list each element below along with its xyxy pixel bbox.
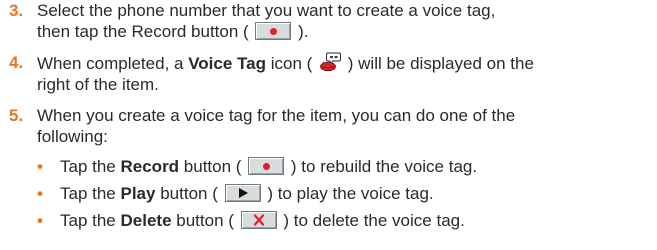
step-5-line-2: following: [37, 127, 108, 146]
step-number: 3. [9, 1, 24, 20]
step-4-prefix: When completed, a [37, 54, 189, 73]
step-3-line-1: Select the phone number that you want to… [37, 1, 496, 20]
bullet-bold-term: Play [120, 184, 156, 203]
step-4-suffix: ) will be displayed on the [347, 54, 534, 73]
record-dot-icon [270, 28, 278, 35]
step-4-line-1: When completed, a Voice Tag icon ( ) wil… [37, 52, 657, 74]
step-number: 5. [9, 106, 24, 125]
step-4-line-2: right of the item. [37, 75, 159, 94]
bullet-bold-term: Record [120, 157, 180, 176]
step-3-line-2-suffix: ). [298, 22, 309, 41]
bullet-icon: • [37, 184, 43, 203]
bullet-item-play: • Tap the Play button ( ) to play the vo… [0, 183, 657, 204]
bullet-prefix: Tap the [60, 211, 121, 230]
bullet-list: • Tap the Record button ( ) to rebuild t… [37, 156, 657, 231]
voice-tag-icon [320, 52, 341, 72]
step-3-line-2-prefix: then tap the Record button ( [37, 22, 249, 41]
bullet-middle: button ( [179, 157, 242, 176]
bullet-bold-term: Delete [120, 211, 172, 230]
record-button-icon [255, 22, 292, 40]
bullet-middle: button ( [155, 184, 218, 203]
record-dot-icon [263, 163, 271, 170]
step-5: 5. When you create a voice tag for the i… [0, 105, 657, 231]
bullet-item-record: • Tap the Record button ( ) to rebuild t… [0, 156, 657, 177]
bullet-suffix: ) to delete the voice tag. [283, 211, 465, 230]
step-4-bold-term: Voice Tag [188, 54, 266, 73]
bullet-icon: • [37, 211, 43, 230]
bullet-item-delete: • Tap the Delete button ( ) to delete th… [0, 210, 657, 231]
delete-icon [240, 211, 277, 229]
bullet-suffix: ) to rebuild the voice tag. [290, 157, 478, 176]
step-3-line-2: then tap the Record button ( ). [37, 21, 657, 42]
bullet-suffix: ) to play the voice tag. [267, 184, 434, 203]
bullet-prefix: Tap the [60, 157, 121, 176]
delete-x-icon [253, 214, 264, 226]
step-4-middle: icon ( [265, 54, 313, 73]
bullet-prefix: Tap the [60, 184, 121, 203]
step-5-line-1: When you create a voice tag for the item… [37, 106, 516, 125]
play-triangle-icon [238, 188, 248, 198]
play-icon [224, 184, 261, 202]
step-number: 4. [9, 53, 24, 72]
instruction-document: 3. Select the phone number that you want… [0, 0, 657, 241]
step-3: 3. Select the phone number that you want… [0, 0, 657, 42]
bullet-icon: • [37, 157, 43, 176]
step-4: 4. When completed, a Voice Tag icon ( ) … [0, 52, 657, 95]
bullet-middle: button ( [171, 211, 234, 230]
record-icon [248, 157, 285, 175]
